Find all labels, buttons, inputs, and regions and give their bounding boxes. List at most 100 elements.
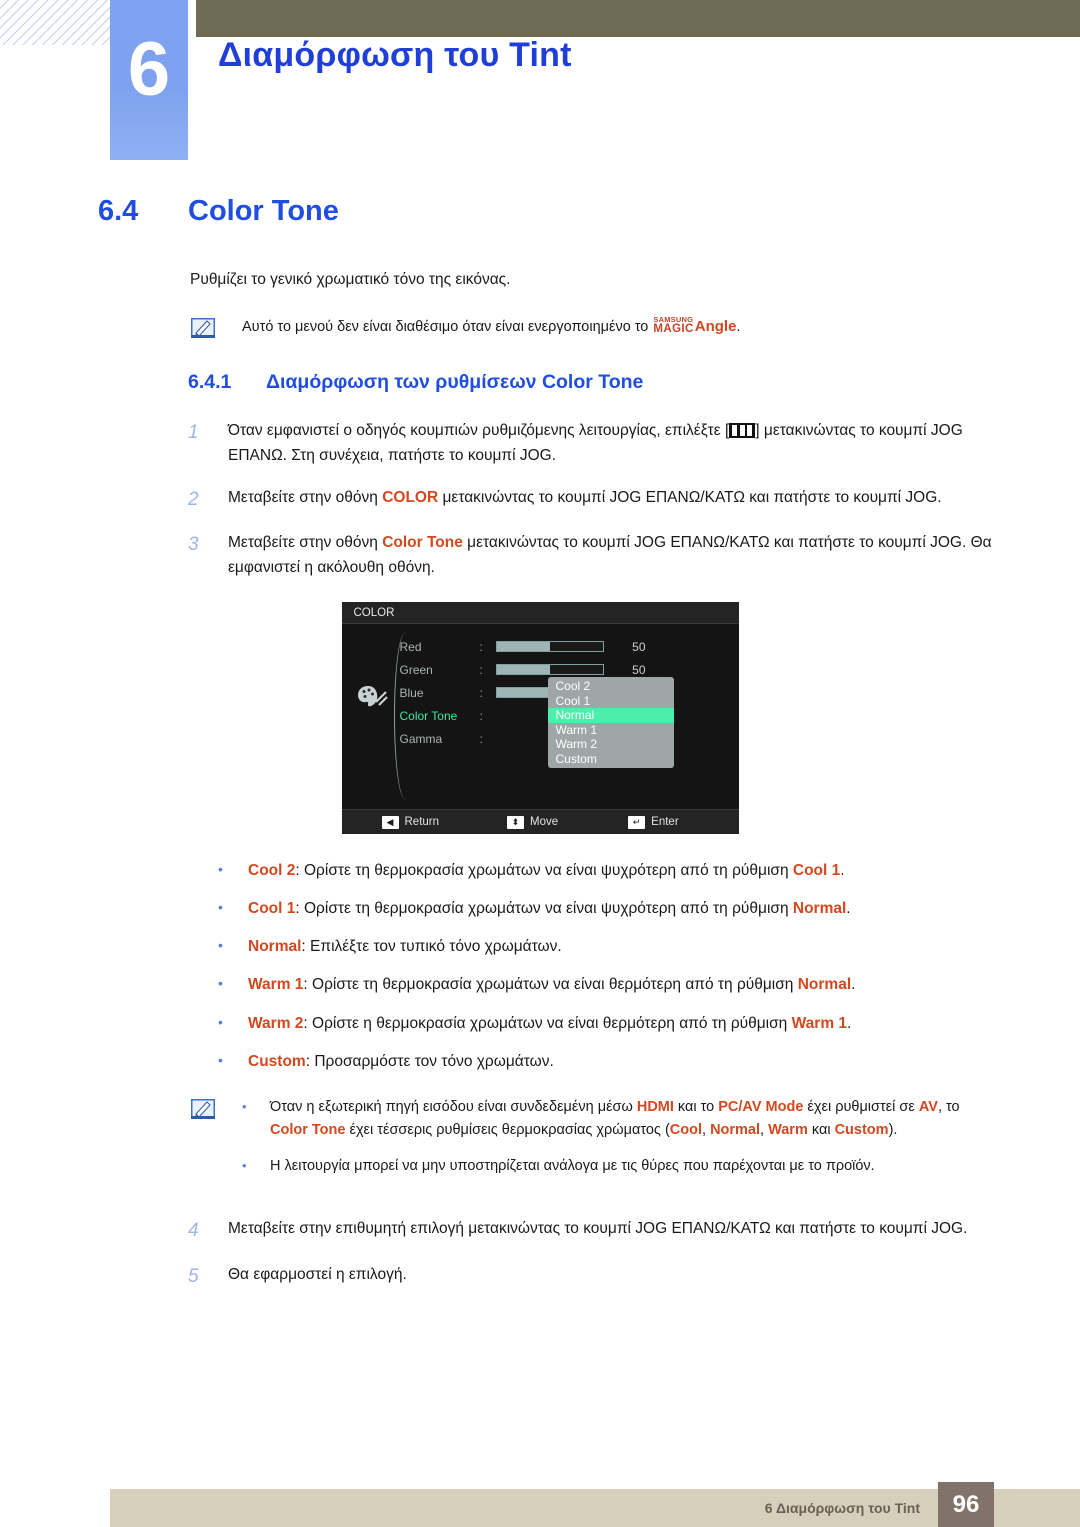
enter-key-icon: ↵: [628, 815, 646, 829]
osd-color-tone-dropdown[interactable]: Cool 2 Cool 1 Normal Warm 1 Warm 2 Custo…: [547, 677, 674, 769]
top-note-text: Αυτό το μενού δεν είναι διαθέσιμο όταν ε…: [242, 315, 740, 339]
note-pencil-icon: [190, 1098, 218, 1122]
osd-value: 50: [632, 639, 646, 654]
jog-guide-icon: [729, 423, 756, 439]
osd-label: Blue: [399, 685, 424, 700]
bullet-text: Warm 1: Ορίστε τη θερμοκρασία χρωμάτων ν…: [248, 972, 855, 997]
bullet-text: Normal: Επιλέξτε τον τυπικό τόνο χρωμάτω…: [248, 934, 562, 959]
footer-bar: [110, 1489, 1080, 1527]
step-item: 4 Μεταβείτε στην επιθυμητή επιλογή μετακ…: [188, 1216, 1080, 1245]
up-down-arrow-key-icon: ⬍: [507, 815, 525, 829]
header-olive-bar: [196, 0, 1080, 37]
osd-option-normal-selected[interactable]: Normal: [547, 708, 674, 723]
magic-logo-line2: MAGIC: [653, 322, 694, 335]
osd-move-action[interactable]: ⬍ Move: [507, 815, 559, 829]
step1-part1: Όταν εμφανιστεί ο οδηγός κουμπιών ρυθμιζ…: [228, 422, 730, 440]
bullet-dot-icon: •: [218, 861, 223, 878]
top-note-block: Αυτό το μενού δεν είναι διαθέσιμο όταν ε…: [190, 315, 1080, 339]
section-intro-text: Ρυθμίζει το γενικό χρωματικό τόνο της ει…: [190, 271, 511, 288]
bullet-body: Επιλέξτε τον τυπικό τόνο χρωμάτων.: [310, 938, 562, 956]
bottom-note-text: Όταν η εξωτερική πηγή εισόδου είναι συνδ…: [270, 1096, 982, 1143]
steps-list-top: 1 Όταν εμφανιστεί ο οδηγός κουμπιών ρυθμ…: [188, 418, 1080, 580]
osd-row-red[interactable]: Red : 50: [400, 635, 730, 658]
osd-option-warm1[interactable]: Warm 1: [548, 723, 674, 738]
section-heading: 6.4 Color Tone: [98, 195, 1080, 228]
osd-value: 50: [632, 662, 646, 677]
osd-label: Green: [399, 662, 433, 677]
bottom-note-list: • Όταν η εξωτερική πηγή εισόδου είναι συ…: [242, 1096, 1080, 1190]
bullet-body: Ορίστε τη θερμοκρασία χρωμάτων να είναι …: [304, 900, 793, 918]
bullet-text: Warm 2: Ορίστε η θερμοκρασία χρωμάτων να…: [248, 1011, 851, 1036]
bullet-sep: :: [301, 938, 311, 956]
osd-option-warm2[interactable]: Warm 2: [548, 737, 674, 752]
osd-option-cool1[interactable]: Cool 1: [548, 694, 674, 709]
osd-enter-label: Enter: [651, 816, 679, 829]
bullet-dot-icon: •: [242, 1157, 247, 1173]
subsection-heading: 6.4.1 Διαμόρφωση των ρυθμίσεων Color Ton…: [188, 371, 1080, 394]
osd-menu-screenshot: COLOR Red : 50 Green: 50 Blue: Color T…: [341, 602, 739, 835]
bullet-body: Προσαρμόστε τον τόνο χρωμάτων.: [314, 1052, 554, 1070]
bullet-term2: Cool 1: [792, 862, 841, 880]
list-item: • Custom: Προσαρμόστε τον τόνο χρωμάτων.: [218, 1049, 1080, 1074]
bullet-dot-icon: •: [218, 1013, 223, 1030]
osd-slider-red[interactable]: [495, 641, 604, 653]
bottom-note-text: Η λειτουργία μπορεί να μην υποστηρίζεται…: [270, 1157, 875, 1174]
osd-body: Red : 50 Green : 50 Blue : 50: [342, 625, 739, 809]
n1-h6: Normal: [710, 1122, 761, 1139]
osd-title: COLOR: [341, 602, 739, 625]
step-item: 2 Μεταβείτε στην οθόνη COLOR μετακινώντα…: [188, 485, 1080, 514]
osd-label: Red: [399, 639, 422, 654]
osd-move-label: Move: [530, 816, 559, 829]
bullet-term: Warm 2: [248, 1014, 304, 1032]
n1-p7: ,: [760, 1122, 769, 1139]
osd-colon: :: [479, 639, 483, 654]
osd-colon: :: [479, 708, 483, 723]
osd-slider-green[interactable]: [495, 664, 604, 676]
step-text: Όταν εμφανιστεί ο οδηγός κουμπιών ρυθμιζ…: [228, 418, 1010, 468]
osd-footer-bar: ◀ Return ⬍ Move ↵ Enter: [341, 809, 739, 835]
bullet-tail: .: [846, 900, 851, 918]
bullet-term: Cool 1: [248, 900, 296, 918]
osd-label-active: Color Tone: [399, 708, 458, 723]
n1-p4: , το: [937, 1098, 960, 1115]
list-item: • Όταν η εξωτερική πηγή εισόδου είναι συ…: [242, 1096, 1080, 1143]
steps-list-bottom: 4 Μεταβείτε στην επιθυμητή επιλογή μετακ…: [188, 1216, 1080, 1291]
bottom-note-block: • Όταν η εξωτερική πηγή εισόδου είναι συ…: [190, 1096, 1080, 1190]
step-item: 3 Μεταβείτε στην οθόνη Color Tone μετακι…: [188, 530, 1080, 580]
n1-h1: HDMI: [636, 1098, 674, 1115]
osd-label: Gamma: [399, 731, 443, 746]
osd-return-label: Return: [404, 816, 440, 829]
n1-h7: Warm: [768, 1122, 808, 1139]
n1-h5: Cool: [669, 1122, 702, 1139]
magic-angle-word: Angle: [694, 317, 737, 335]
bullet-body: Ορίστε τη θερμοκρασία χρωμάτων να είναι …: [312, 976, 798, 994]
bullet-body: Ορίστε η θερμοκρασία χρωμάτων να είναι θ…: [312, 1014, 792, 1032]
n1-h4: Color Tone: [270, 1122, 346, 1139]
step-text: Θα εφαρμοστεί η επιλογή.: [228, 1265, 407, 1283]
subsection-title: Διαμόρφωση των ρυθμίσεων Color Tone: [266, 371, 644, 394]
step-number: 5: [188, 1265, 199, 1287]
n1-p8: και: [807, 1122, 835, 1139]
list-item: • Η λειτουργία μπορεί να μην υποστηρίζετ…: [242, 1155, 1080, 1178]
osd-enter-action[interactable]: ↵ Enter: [628, 815, 679, 829]
n1-p6: ,: [702, 1122, 711, 1139]
n1-p2: και το: [673, 1098, 719, 1115]
bullet-sep: :: [303, 1014, 313, 1032]
osd-return-action[interactable]: ◀ Return: [381, 815, 440, 829]
bullet-text: Cool 2: Ορίστε τη θερμοκρασία χρωμάτων ν…: [248, 858, 845, 883]
osd-option-custom[interactable]: Custom: [548, 752, 674, 767]
osd-colon: :: [479, 685, 483, 700]
page-header: 6 Διαμόρφωση του Tint: [0, 0, 1080, 160]
palette-icon: [356, 683, 390, 709]
footer-chapter-label: 6 Διαμόρφωση του Tint: [764, 1500, 920, 1516]
samsung-magic-logo: SAMSUNG MAGIC: [653, 315, 694, 335]
n1-h3: AV: [918, 1098, 938, 1115]
bullet-tail: .: [851, 976, 856, 994]
osd-colon: :: [479, 662, 483, 677]
bullet-term2: Normal: [797, 976, 852, 994]
list-item: • Cool 1: Ορίστε τη θερμοκρασία χρωμάτων…: [218, 896, 1080, 921]
step-item: 1 Όταν εμφανιστεί ο οδηγός κουμπιών ρυθμ…: [188, 418, 1080, 468]
chapter-title: Διαμόρφωση του Tint: [218, 36, 572, 74]
subsection-number: 6.4.1: [188, 371, 232, 394]
osd-option-cool2[interactable]: Cool 2: [548, 679, 674, 694]
